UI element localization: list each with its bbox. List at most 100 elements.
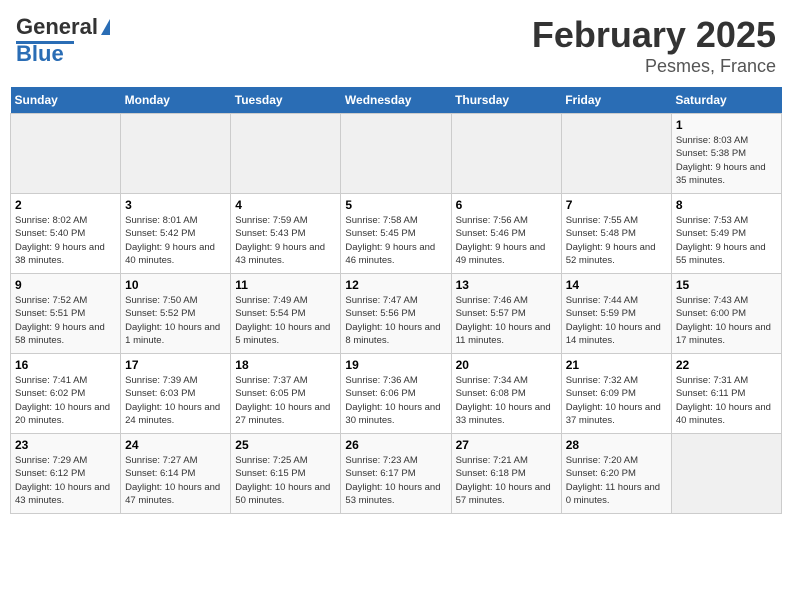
day-info: Sunrise: 7:25 AM Sunset: 6:15 PM Dayligh… [235, 454, 336, 507]
day-header-monday: Monday [121, 87, 231, 114]
calendar-table: SundayMondayTuesdayWednesdayThursdayFrid… [10, 87, 782, 514]
day-number: 14 [566, 278, 667, 292]
calendar-cell [451, 114, 561, 194]
day-number: 19 [345, 358, 446, 372]
calendar-week-row: 2 Sunrise: 8:02 AM Sunset: 5:40 PM Daylig… [11, 194, 782, 274]
day-info: Sunrise: 7:21 AM Sunset: 6:18 PM Dayligh… [456, 454, 557, 507]
day-info: Sunrise: 7:44 AM Sunset: 5:59 PM Dayligh… [566, 294, 667, 347]
day-info: Sunrise: 7:32 AM Sunset: 6:09 PM Dayligh… [566, 374, 667, 427]
day-info: Sunrise: 7:34 AM Sunset: 6:08 PM Dayligh… [456, 374, 557, 427]
calendar-cell: 28 Sunrise: 7:20 AM Sunset: 6:20 PM Dayli… [561, 434, 671, 514]
calendar-cell: 17 Sunrise: 7:39 AM Sunset: 6:03 PM Dayli… [121, 354, 231, 434]
calendar-cell: 23 Sunrise: 7:29 AM Sunset: 6:12 PM Dayli… [11, 434, 121, 514]
calendar-cell: 1 Sunrise: 8:03 AM Sunset: 5:38 PM Daylig… [671, 114, 781, 194]
day-info: Sunrise: 7:59 AM Sunset: 5:43 PM Dayligh… [235, 214, 336, 267]
day-number: 16 [15, 358, 116, 372]
day-number: 28 [566, 438, 667, 452]
calendar-header-row: SundayMondayTuesdayWednesdayThursdayFrid… [11, 87, 782, 114]
calendar-cell: 27 Sunrise: 7:21 AM Sunset: 6:18 PM Dayli… [451, 434, 561, 514]
day-info: Sunrise: 7:31 AM Sunset: 6:11 PM Dayligh… [676, 374, 777, 427]
day-info: Sunrise: 7:27 AM Sunset: 6:14 PM Dayligh… [125, 454, 226, 507]
day-info: Sunrise: 8:01 AM Sunset: 5:42 PM Dayligh… [125, 214, 226, 267]
calendar-cell [11, 114, 121, 194]
day-number: 5 [345, 198, 446, 212]
calendar-cell: 7Sunrise: 7:55 AM Sunset: 5:48 PM Daylig… [561, 194, 671, 274]
day-info: Sunrise: 7:29 AM Sunset: 6:12 PM Dayligh… [15, 454, 116, 507]
calendar-cell: 11Sunrise: 7:49 AM Sunset: 5:54 PM Dayli… [231, 274, 341, 354]
day-header-sunday: Sunday [11, 87, 121, 114]
day-info: Sunrise: 7:58 AM Sunset: 5:45 PM Dayligh… [345, 214, 446, 267]
calendar-cell: 10 Sunrise: 7:50 AM Sunset: 5:52 PM Dayli… [121, 274, 231, 354]
day-number: 15 [676, 278, 777, 292]
day-header-friday: Friday [561, 87, 671, 114]
page-header: General Blue February 2025 Pesmes, Franc… [10, 10, 782, 81]
day-info: Sunrise: 7:23 AM Sunset: 6:17 PM Dayligh… [345, 454, 446, 507]
logo-triangle-icon [101, 19, 110, 35]
calendar-cell: 19 Sunrise: 7:36 AM Sunset: 6:06 PM Dayli… [341, 354, 451, 434]
calendar-cell [341, 114, 451, 194]
day-number: 20 [456, 358, 557, 372]
day-info: Sunrise: 7:56 AM Sunset: 5:46 PM Dayligh… [456, 214, 557, 267]
calendar-cell: 5 Sunrise: 7:58 AM Sunset: 5:45 PM Daylig… [341, 194, 451, 274]
calendar-week-row: 23 Sunrise: 7:29 AM Sunset: 6:12 PM Dayli… [11, 434, 782, 514]
day-number: 3 [125, 198, 226, 212]
logo-text-general: General [16, 14, 98, 40]
day-info: Sunrise: 8:03 AM Sunset: 5:38 PM Dayligh… [676, 134, 777, 187]
calendar-cell: 22 Sunrise: 7:31 AM Sunset: 6:11 PM Dayli… [671, 354, 781, 434]
calendar-cell: 2 Sunrise: 8:02 AM Sunset: 5:40 PM Daylig… [11, 194, 121, 274]
day-info: Sunrise: 7:20 AM Sunset: 6:20 PM Dayligh… [566, 454, 667, 507]
day-number: 1 [676, 118, 777, 132]
calendar-cell: 6Sunrise: 7:56 AM Sunset: 5:46 PM Daylig… [451, 194, 561, 274]
day-number: 12 [345, 278, 446, 292]
day-info: Sunrise: 7:52 AM Sunset: 5:51 PM Dayligh… [15, 294, 116, 347]
calendar-cell: 13Sunrise: 7:46 AM Sunset: 5:57 PM Dayli… [451, 274, 561, 354]
day-info: Sunrise: 7:47 AM Sunset: 5:56 PM Dayligh… [345, 294, 446, 347]
day-number: 22 [676, 358, 777, 372]
day-info: Sunrise: 7:41 AM Sunset: 6:02 PM Dayligh… [15, 374, 116, 427]
day-header-thursday: Thursday [451, 87, 561, 114]
day-number: 26 [345, 438, 446, 452]
calendar-cell: 12 Sunrise: 7:47 AM Sunset: 5:56 PM Dayli… [341, 274, 451, 354]
calendar-cell: 26 Sunrise: 7:23 AM Sunset: 6:17 PM Dayli… [341, 434, 451, 514]
day-header-saturday: Saturday [671, 87, 781, 114]
calendar-cell: 20 Sunrise: 7:34 AM Sunset: 6:08 PM Dayli… [451, 354, 561, 434]
day-header-wednesday: Wednesday [341, 87, 451, 114]
calendar-cell: 21 Sunrise: 7:32 AM Sunset: 6:09 PM Dayli… [561, 354, 671, 434]
calendar-cell: 15Sunrise: 7:43 AM Sunset: 6:00 PM Dayli… [671, 274, 781, 354]
calendar-cell: 16 Sunrise: 7:41 AM Sunset: 6:02 PM Dayli… [11, 354, 121, 434]
day-info: Sunrise: 7:55 AM Sunset: 5:48 PM Dayligh… [566, 214, 667, 267]
calendar-week-row: 9 Sunrise: 7:52 AM Sunset: 5:51 PM Daylig… [11, 274, 782, 354]
calendar-cell: 18Sunrise: 7:37 AM Sunset: 6:05 PM Dayli… [231, 354, 341, 434]
calendar-cell: 14 Sunrise: 7:44 AM Sunset: 5:59 PM Dayli… [561, 274, 671, 354]
day-info: Sunrise: 7:36 AM Sunset: 6:06 PM Dayligh… [345, 374, 446, 427]
day-info: Sunrise: 7:49 AM Sunset: 5:54 PM Dayligh… [235, 294, 336, 347]
day-number: 17 [125, 358, 226, 372]
calendar-cell: 4Sunrise: 7:59 AM Sunset: 5:43 PM Daylig… [231, 194, 341, 274]
day-number: 27 [456, 438, 557, 452]
day-header-tuesday: Tuesday [231, 87, 341, 114]
day-info: Sunrise: 7:50 AM Sunset: 5:52 PM Dayligh… [125, 294, 226, 347]
day-info: Sunrise: 7:37 AM Sunset: 6:05 PM Dayligh… [235, 374, 336, 427]
day-number: 23 [15, 438, 116, 452]
day-number: 21 [566, 358, 667, 372]
day-number: 9 [15, 278, 116, 292]
calendar-cell: 8Sunrise: 7:53 AM Sunset: 5:49 PM Daylig… [671, 194, 781, 274]
day-number: 10 [125, 278, 226, 292]
day-info: Sunrise: 7:53 AM Sunset: 5:49 PM Dayligh… [676, 214, 777, 267]
logo-text-blue: Blue [16, 41, 64, 67]
calendar-cell: 9 Sunrise: 7:52 AM Sunset: 5:51 PM Daylig… [11, 274, 121, 354]
title-block: February 2025 Pesmes, France [532, 14, 776, 77]
calendar-cell [561, 114, 671, 194]
day-number: 2 [15, 198, 116, 212]
calendar-week-row: 1 Sunrise: 8:03 AM Sunset: 5:38 PM Daylig… [11, 114, 782, 194]
calendar-cell: 25 Sunrise: 7:25 AM Sunset: 6:15 PM Dayli… [231, 434, 341, 514]
calendar-subtitle: Pesmes, France [532, 56, 776, 77]
calendar-cell [671, 434, 781, 514]
calendar-cell [121, 114, 231, 194]
day-info: Sunrise: 8:02 AM Sunset: 5:40 PM Dayligh… [15, 214, 116, 267]
calendar-cell: 24Sunrise: 7:27 AM Sunset: 6:14 PM Dayli… [121, 434, 231, 514]
calendar-title: February 2025 [532, 14, 776, 56]
day-number: 25 [235, 438, 336, 452]
day-info: Sunrise: 7:39 AM Sunset: 6:03 PM Dayligh… [125, 374, 226, 427]
logo: General Blue [16, 14, 110, 67]
